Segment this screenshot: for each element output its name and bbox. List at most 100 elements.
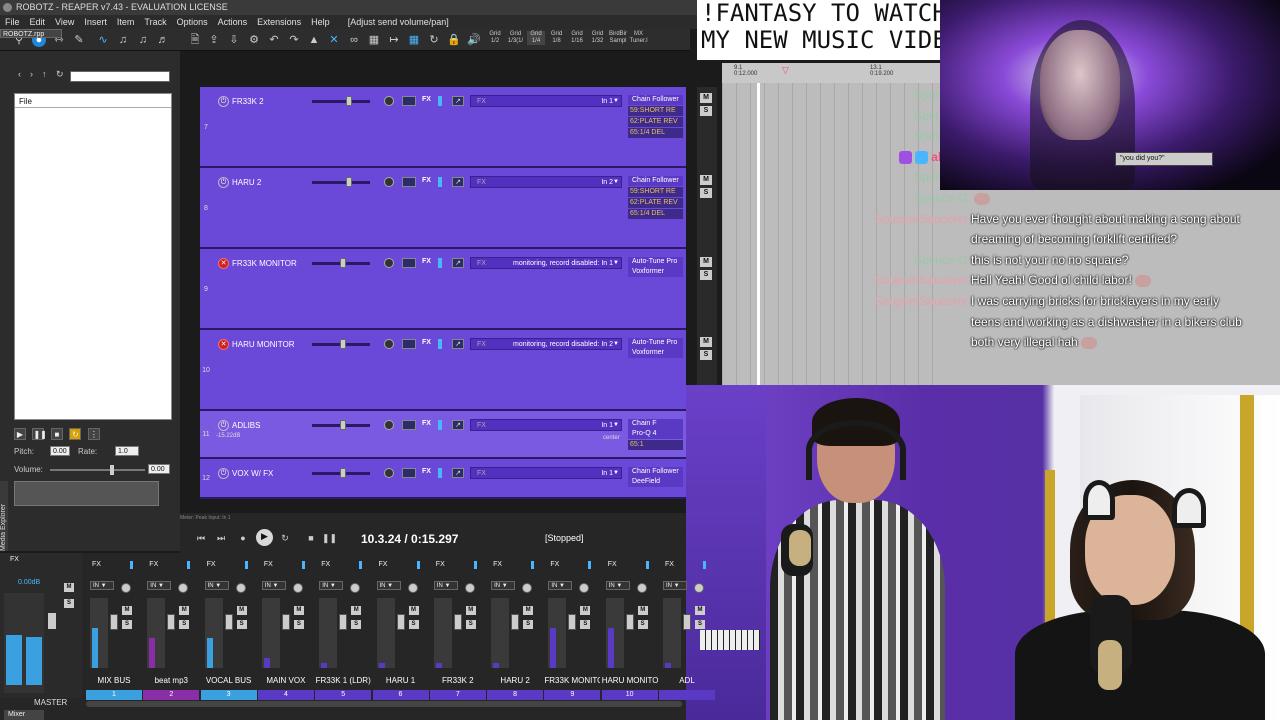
envelope-icon[interactable]: ↗	[452, 177, 464, 187]
io-button[interactable]	[402, 96, 416, 106]
fx-button[interactable]: FX	[550, 561, 559, 568]
record-arm-icon[interactable]: ✕	[218, 339, 229, 350]
fx-enable[interactable]	[359, 561, 363, 569]
fx-chain-item[interactable]: DeeField	[628, 477, 683, 487]
volume-slider[interactable]	[312, 177, 370, 187]
path-input[interactable]	[70, 71, 170, 82]
pause-icon[interactable]: ❚❚	[322, 531, 337, 545]
go-start-icon[interactable]: ⏮	[194, 531, 208, 545]
fx-button[interactable]: FX	[422, 468, 431, 475]
solo-button[interactable]: S	[293, 620, 304, 629]
mute-button[interactable]: M	[122, 606, 132, 615]
fx-chain-item[interactable]: Chain F	[628, 419, 683, 429]
mute-button[interactable]: M	[351, 606, 362, 615]
grid-toggle-icon[interactable]: ▦	[407, 33, 421, 47]
channel-fader[interactable]	[568, 614, 577, 630]
metronome-icon[interactable]: ▲	[307, 33, 321, 47]
loop-icon[interactable]: ↻	[69, 428, 82, 440]
stop-icon[interactable]: ■	[304, 531, 318, 545]
settings-icon[interactable]: ⚙	[247, 33, 261, 47]
menu-item-file[interactable]: File	[0, 15, 25, 29]
pan-knob[interactable]	[121, 583, 131, 593]
fx-enable[interactable]	[531, 561, 535, 569]
grid-button[interactable]: MX Tuner.l	[630, 31, 648, 45]
mute-button[interactable]: M	[523, 606, 534, 615]
solo-button[interactable]: S	[580, 620, 591, 629]
menu-item-help[interactable]: Help	[306, 15, 335, 29]
envelope-icon[interactable]: ↗	[452, 96, 464, 106]
mute-button[interactable]: M	[700, 257, 712, 267]
fx-enable[interactable]	[438, 339, 442, 349]
pan-knob[interactable]	[464, 583, 475, 593]
io-button[interactable]	[402, 177, 416, 187]
fx-button[interactable]: FX	[493, 561, 502, 568]
envelope-icon[interactable]: ↗	[452, 420, 464, 430]
refresh-icon[interactable]: ↻	[56, 69, 64, 80]
mute-button[interactable]: M	[695, 606, 705, 615]
mute-button[interactable]: M	[408, 606, 419, 615]
stop-icon[interactable]: ■	[50, 428, 63, 440]
channel-fader[interactable]	[110, 614, 118, 630]
mute-button[interactable]: M	[700, 337, 712, 347]
fx-enable[interactable]	[703, 561, 706, 569]
mixer-scrollbar[interactable]	[86, 701, 682, 707]
media-explorer-dock-tab[interactable]: Media Explorer	[0, 481, 8, 551]
fx-button[interactable]: FX	[608, 561, 617, 568]
snap-icon[interactable]: ↦	[387, 33, 401, 47]
ripple-icon[interactable]: ✕	[327, 33, 341, 47]
pan-knob[interactable]	[384, 468, 394, 478]
input-button[interactable]: IN ▼	[319, 581, 344, 590]
mixer-channel[interactable]: FX IN ▼ M S MIX BUS 1	[86, 558, 142, 700]
menu-item-track[interactable]: Track	[139, 15, 171, 29]
channel-fader[interactable]	[511, 614, 520, 630]
io-button[interactable]	[402, 420, 416, 430]
pan-knob[interactable]	[579, 583, 590, 593]
fx-chain-item[interactable]: Pro-Q 4	[628, 429, 683, 439]
envelope-icon[interactable]: ↗	[452, 258, 464, 268]
track-row[interactable]: 10 ✕ HARU MONITOR FX ↗ FX monitoring, record d…	[200, 330, 686, 411]
play-icon[interactable]: ▶	[256, 529, 273, 546]
fx-chain-item[interactable]: Chain Follower	[628, 95, 683, 105]
grid-icon[interactable]: ▦	[367, 33, 381, 47]
fx-button[interactable]: FX	[422, 177, 431, 184]
open-icon[interactable]: ⇪	[207, 33, 221, 47]
mute-button[interactable]: M	[64, 583, 74, 592]
grid-button[interactable]: Grid 1/32	[589, 31, 607, 45]
envelope-icon[interactable]: ↗	[452, 468, 464, 478]
mute-button[interactable]: M	[700, 93, 712, 103]
volume-field[interactable]: 0.00	[148, 464, 170, 474]
file-list[interactable]: File	[14, 93, 172, 420]
rate-field[interactable]: 1.0	[115, 446, 139, 456]
pencil-icon[interactable]: ✎	[72, 33, 86, 47]
input-button[interactable]: IN ▼	[433, 581, 458, 590]
pan-knob[interactable]	[292, 583, 303, 593]
pan-knob[interactable]	[384, 177, 394, 187]
solo-button[interactable]: S	[408, 620, 419, 629]
power-icon[interactable]: ⏻	[218, 177, 229, 188]
fx-enable[interactable]	[438, 258, 442, 268]
solo-button[interactable]: S	[351, 620, 362, 629]
pan-knob[interactable]	[407, 583, 418, 593]
fx-enable[interactable]	[187, 561, 191, 569]
fx-button[interactable]: FX	[149, 561, 158, 568]
fx-send-item[interactable]: 62:PLATE REV	[628, 198, 683, 208]
track-name[interactable]: ⏻ VOX W/ FX	[216, 467, 311, 480]
input-button[interactable]: IN ▼	[261, 581, 286, 590]
fx-chain[interactable]: Chain Follower DeeField	[628, 467, 683, 487]
grid-button[interactable]: BirdBir Sampl	[609, 31, 627, 45]
solo-button[interactable]: S	[122, 620, 132, 629]
track-row[interactable]: 8 ⏻ HARU 2 FX ↗ FX In 2 ▼ Chain Follower 59:SHORT…	[200, 168, 686, 249]
volume-slider[interactable]	[312, 420, 370, 430]
mixer-channel[interactable]: FX IN ▼ M S FR33K MONITO 9	[544, 558, 601, 700]
pan-knob[interactable]	[384, 258, 394, 268]
input-select[interactable]: FX In 2 ▼	[470, 176, 622, 188]
menu-item-extensions[interactable]: Extensions	[252, 15, 306, 29]
pan-knob[interactable]	[384, 339, 394, 349]
solo-button[interactable]: S	[64, 599, 74, 608]
solo-button[interactable]: S	[523, 620, 534, 629]
fx-enable[interactable]	[438, 468, 442, 478]
grid-button[interactable]: Grid 1/16	[568, 31, 586, 45]
channel-fader[interactable]	[281, 614, 290, 630]
input-button[interactable]: IN ▼	[90, 581, 114, 590]
fx-chain[interactable]: Auto-Tune Pro Voxformer	[628, 257, 683, 277]
